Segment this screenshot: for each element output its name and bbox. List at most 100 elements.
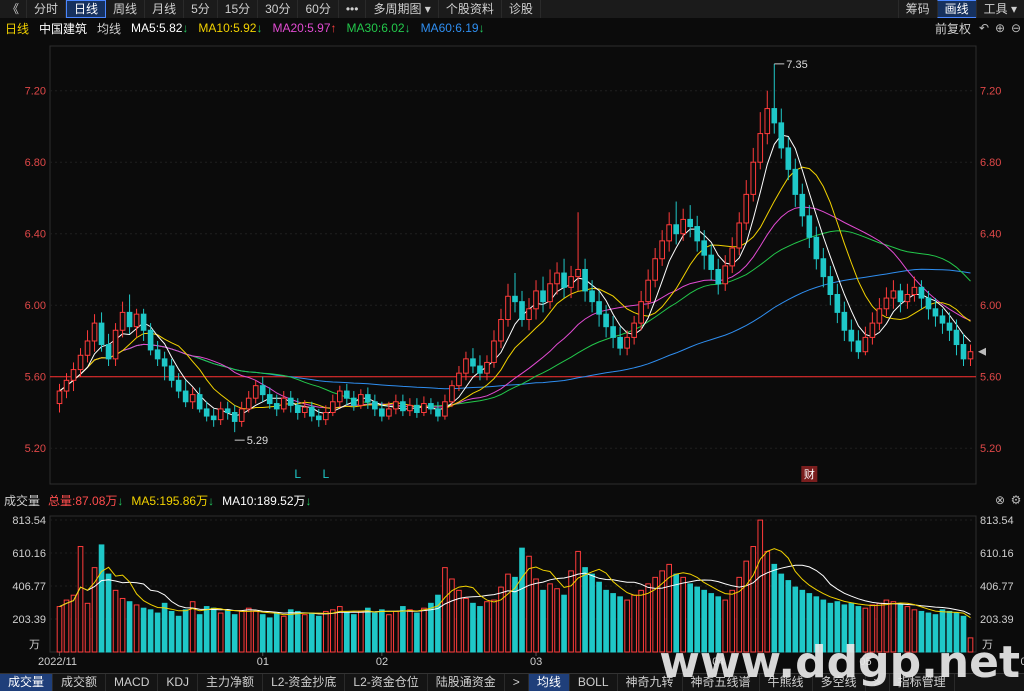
toolbar-tab-5[interactable]: 15分	[218, 0, 259, 18]
volume-bar	[217, 612, 224, 653]
candle-body	[358, 394, 364, 406]
candle-body	[834, 293, 841, 313]
candle-body	[589, 290, 595, 303]
toolbar-tab-11[interactable]: 诊股	[502, 0, 541, 18]
volume-bar	[259, 614, 266, 653]
indicator-tab-10[interactable]: BOLL	[570, 674, 618, 691]
indicator-tab-6[interactable]: L2-资金仓位	[345, 674, 428, 691]
candle-body	[119, 311, 126, 331]
volume-bar	[547, 583, 553, 653]
volume-bar	[329, 609, 336, 653]
indicator-tab-0[interactable]: 成交量	[0, 674, 54, 691]
candle-body	[638, 301, 644, 324]
volume-bar	[491, 599, 497, 653]
volume-ma10: MA10:189.52万↓	[222, 493, 312, 508]
close-icon[interactable]: ⊗	[992, 492, 1008, 508]
volume-bar	[603, 589, 609, 653]
toolbar-tab-10[interactable]: 个股资料	[439, 0, 502, 18]
candle-body	[617, 336, 623, 349]
volume-bar	[308, 612, 315, 653]
candle-body	[778, 122, 785, 149]
candle-body	[561, 272, 567, 288]
candle-body	[189, 394, 196, 403]
volume-bar	[182, 609, 189, 653]
toolbar-tab-3[interactable]: 月线	[145, 0, 185, 18]
volume-bar	[266, 617, 273, 653]
indicator-tab-4[interactable]: 主力净额	[198, 674, 264, 691]
candle-body	[680, 218, 686, 235]
volume-bar	[344, 612, 350, 653]
volume-bar	[442, 567, 448, 653]
toolbar-tab-7[interactable]: 60分	[298, 0, 339, 18]
toolbar-tab-9[interactable]: 多周期图 ▾	[366, 0, 439, 18]
top-toolbar: 《分时 日线 周线 月线 5分 15分 30分 60分 ••• 多周期图 ▾ 个股资料 诊股 筹码 画线工…	[0, 0, 1024, 19]
candle-body	[771, 108, 778, 124]
indicator-tab-7[interactable]: 陆股通资金	[428, 674, 505, 691]
indicator-tab-9[interactable]: 均线	[528, 674, 570, 691]
ma30-line	[59, 230, 971, 408]
price-tick-right: 6.80	[980, 157, 1001, 169]
toolbar-tab-6[interactable]: 30分	[258, 0, 299, 18]
adjust-select[interactable]: 前复权	[930, 20, 976, 37]
price-panel	[49, 45, 977, 485]
indicator-tab-1[interactable]: 成交额	[53, 674, 107, 691]
zoom-out-icon[interactable]: ⊖	[1008, 20, 1024, 36]
settings-icon[interactable]: ⚙	[1008, 492, 1024, 508]
volume-bar	[70, 594, 77, 653]
indicator-tab-8[interactable]: >	[505, 674, 529, 691]
volume-bar	[456, 589, 462, 653]
candle-body	[701, 240, 708, 256]
candle-body	[687, 218, 694, 228]
candle-body	[168, 365, 175, 381]
candle-body	[231, 411, 238, 422]
candle-body	[463, 358, 469, 374]
toolbar-tab-1[interactable]: 日线	[66, 0, 107, 18]
toolbar-tab-8[interactable]: •••	[339, 0, 367, 18]
toolbar-tab-2[interactable]: 周线	[106, 0, 146, 18]
volume-bar	[533, 578, 539, 653]
candle-body	[449, 385, 455, 403]
volume-bar	[224, 609, 231, 653]
candle-body	[280, 397, 287, 410]
volume-bar	[596, 581, 602, 653]
candle-body	[939, 315, 946, 324]
candle-body	[967, 351, 974, 360]
high-label: 7.35	[786, 59, 807, 71]
toolbar-right-0[interactable]: 筹码	[897, 0, 937, 18]
undo-icon[interactable]: ↶	[976, 20, 992, 36]
indicator-tab-5[interactable]: L2-资金抄底	[263, 674, 346, 691]
back-button[interactable]: 《	[0, 0, 28, 18]
candle-body	[196, 394, 203, 410]
toolbar-tab-4[interactable]: 5分	[184, 0, 218, 18]
volume-bar	[400, 606, 406, 653]
candle-body	[855, 340, 862, 353]
candle-body	[953, 329, 960, 346]
toolbar-right-2[interactable]: 工具 ▾	[975, 0, 1024, 18]
indicator-tab-2[interactable]: MACD	[106, 674, 159, 691]
volume-bar	[589, 573, 595, 653]
candle-body	[266, 394, 273, 405]
candle-body	[596, 301, 602, 315]
price-tick-right: 5.20	[980, 443, 1001, 455]
candle-body	[252, 385, 259, 399]
kline-chart[interactable]: 5.20 5.20 5.60 5.60 6.00 6.00 6.40 6.40 6.80 6.80…	[0, 38, 1024, 673]
candle-body	[421, 403, 427, 413]
candle-body	[897, 290, 904, 303]
candle-body	[379, 408, 385, 417]
candle-body	[848, 329, 855, 342]
ma20-value: MA20:5.97↑	[272, 21, 337, 35]
candle-body	[666, 224, 672, 242]
volume-bar	[77, 546, 84, 653]
indicator-tab-3[interactable]: KDJ	[158, 674, 199, 691]
candle-body	[904, 293, 911, 303]
x-label: 01	[257, 656, 269, 668]
toolbar-right-1[interactable]: 画线	[936, 0, 976, 18]
candle-body	[827, 276, 834, 295]
candle-body	[217, 408, 224, 421]
candle-body	[722, 265, 729, 285]
candle-body	[512, 295, 518, 303]
candle-body	[203, 408, 210, 417]
zoom-in-icon[interactable]: ⊕	[992, 20, 1008, 36]
candle-body	[764, 108, 771, 135]
toolbar-tab-0[interactable]: 分时	[27, 0, 67, 18]
